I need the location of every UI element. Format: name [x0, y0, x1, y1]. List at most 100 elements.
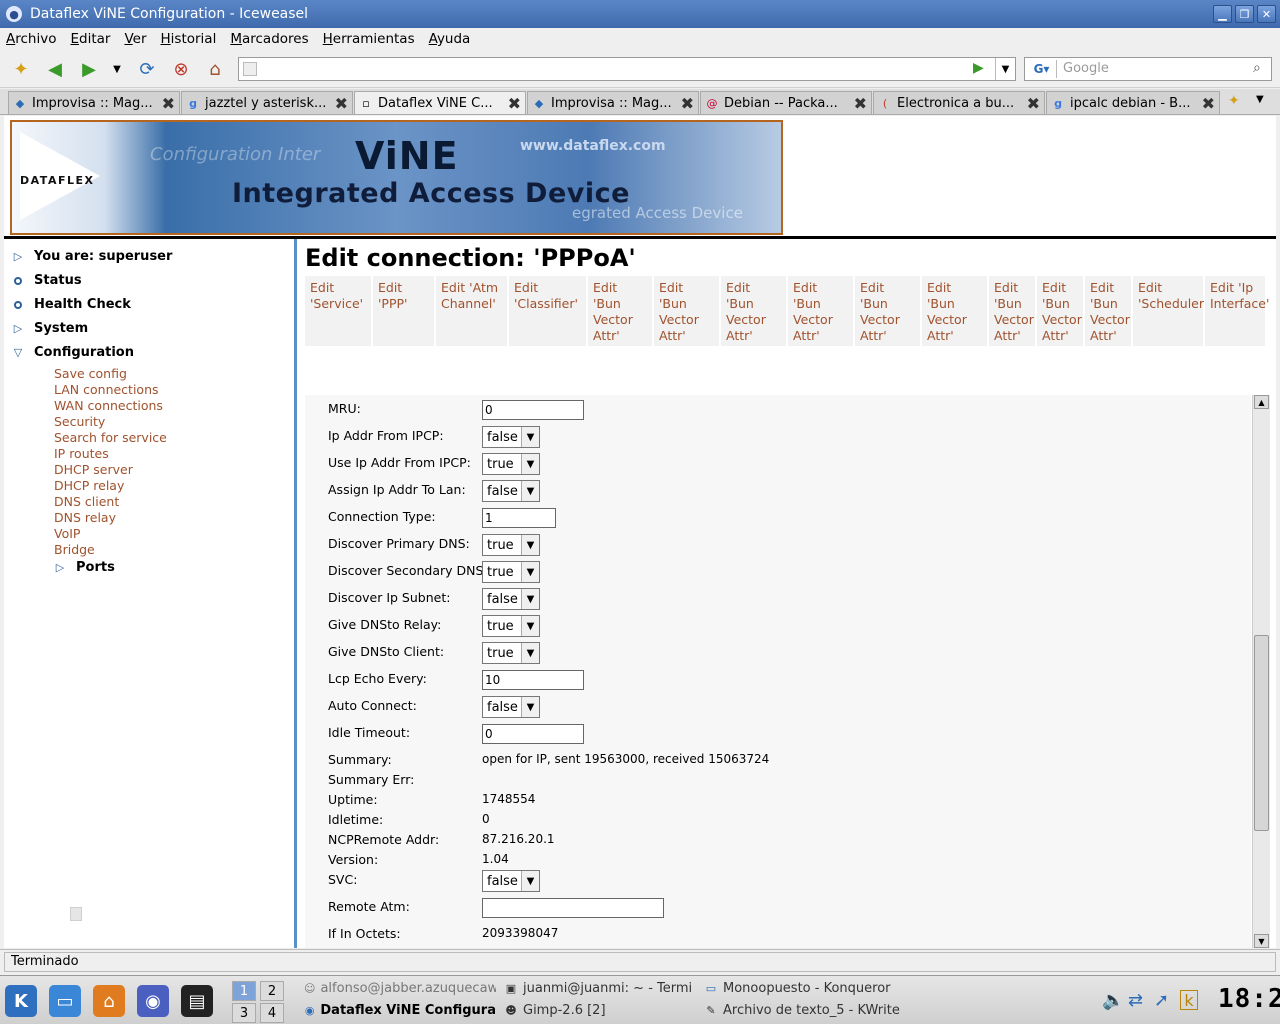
new-tab-icon[interactable]: ✦: [1228, 93, 1240, 109]
task-iceweasel[interactable]: ◉ Dataflex ViNE Configura: [304, 1003, 496, 1018]
window-titlebar[interactable]: ● Dataflex ViNE Configuration - Icewease…: [0, 0, 1280, 28]
link-dhcp-relay[interactable]: DHCP relay: [54, 478, 124, 493]
idle-timeout-input[interactable]: [482, 724, 584, 744]
tab-close-icon[interactable]: ✖: [1202, 94, 1215, 113]
edit-service-link[interactable]: Edit 'Service': [305, 276, 371, 346]
connection-type-input[interactable]: [482, 508, 556, 528]
tab-ipcalc[interactable]: g ipcalc debian - B... ✖: [1046, 91, 1220, 114]
tab-close-icon[interactable]: ✖: [681, 94, 694, 113]
back-button[interactable]: ◀: [44, 58, 66, 80]
menu-historial[interactable]: Historial: [161, 31, 217, 47]
link-dns-relay[interactable]: DNS relay: [54, 510, 116, 525]
scroll-down-icon[interactable]: ▼: [1254, 934, 1269, 948]
home-folder-icon[interactable]: ⌂: [93, 985, 125, 1017]
discover-primary-dns-select[interactable]: true ▼: [482, 534, 540, 556]
tab-improvisa-1[interactable]: ◆ Improvisa :: Mag... ✖: [8, 91, 180, 114]
desktop-3[interactable]: 3: [232, 1003, 256, 1023]
menu-archivo[interactable]: Archivo: [6, 31, 56, 47]
link-dhcp-server[interactable]: DHCP server: [54, 462, 133, 477]
tab-list-icon[interactable]: ▼: [1256, 94, 1264, 105]
desktop-1[interactable]: 1: [232, 981, 256, 1001]
link-lan-connections[interactable]: LAN connections: [54, 382, 159, 397]
tab-close-icon[interactable]: ✖: [1027, 94, 1040, 113]
task-jabber[interactable]: ☺ alfonso@jabber.azuquecaw: [304, 981, 496, 996]
search-icon[interactable]: ⌕: [1253, 60, 1261, 76]
edit-bun-vector-attr-link-9[interactable]: Edit 'Bun Vector Attr': [1085, 276, 1131, 346]
tab-close-icon[interactable]: ✖: [508, 94, 521, 113]
sidebar-item-ports[interactable]: ▷ Ports: [54, 560, 115, 575]
sidebar-user[interactable]: ▷ You are: superuser: [12, 249, 173, 264]
tab-close-icon[interactable]: ✖: [854, 94, 867, 113]
task-gimp[interactable]: ☻ Gimp-2.6 [2]: [504, 1003, 696, 1018]
edit-classifier-link[interactable]: Edit 'Classifier': [509, 276, 586, 346]
edit-ppp-link[interactable]: Edit 'PPP': [373, 276, 434, 346]
edit-bun-vector-attr-link-8[interactable]: Edit 'Bun Vector Attr': [1037, 276, 1083, 346]
search-input[interactable]: G▾ Google ⌕: [1024, 57, 1272, 81]
menu-ver[interactable]: Ver: [124, 31, 146, 47]
update-icon[interactable]: ➚: [1154, 990, 1169, 1011]
klipper-icon[interactable]: k: [1180, 990, 1198, 1010]
network-icon[interactable]: ⇄: [1128, 990, 1143, 1011]
sidebar-item-health-check[interactable]: Health Check: [12, 297, 131, 312]
edit-bun-vector-attr-link-1[interactable]: Edit 'Bun Vector Attr': [588, 276, 652, 346]
forward-button[interactable]: ▶: [78, 58, 100, 80]
scrollbar-thumb[interactable]: [1254, 635, 1269, 831]
edit-bun-vector-attr-link-3[interactable]: Edit 'Bun Vector Attr': [721, 276, 786, 346]
edit-bun-vector-attr-link-7[interactable]: Edit 'Bun Vector Attr': [989, 276, 1035, 346]
stop-button[interactable]: ⊗: [170, 58, 192, 80]
go-icon[interactable]: ▶: [973, 60, 984, 76]
link-bridge[interactable]: Bridge: [54, 542, 95, 557]
link-save-config[interactable]: Save config: [54, 366, 127, 381]
menu-ayuda[interactable]: Ayuda: [429, 31, 471, 47]
ip-addr-from-ipcp-select[interactable]: false ▼: [482, 426, 540, 448]
tab-close-icon[interactable]: ✖: [335, 94, 348, 113]
discover-secondary-dns-select[interactable]: true ▼: [482, 561, 540, 583]
link-security[interactable]: Security: [54, 414, 105, 429]
form-scrollbar[interactable]: ▲ ▼: [1252, 395, 1270, 948]
give-dns-to-relay-select[interactable]: true ▼: [482, 615, 540, 637]
edit-ip-interface-link[interactable]: Edit 'Ip Interface': [1205, 276, 1269, 346]
link-wan-connections[interactable]: WAN connections: [54, 398, 163, 413]
edit-bun-vector-attr-link-4[interactable]: Edit 'Bun Vector Attr': [788, 276, 853, 346]
history-dropdown-icon[interactable]: ▼: [106, 58, 128, 80]
svc-select[interactable]: false ▼: [482, 870, 540, 892]
edit-scheduler-link[interactable]: Edit 'Scheduler': [1133, 276, 1207, 346]
tab-dataflex[interactable]: ▫ Dataflex ViNE C... ✖: [354, 91, 526, 114]
link-dns-client[interactable]: DNS client: [54, 494, 119, 509]
show-desktop-icon[interactable]: ▭: [49, 985, 81, 1017]
sidebar-item-status[interactable]: Status: [12, 273, 82, 288]
assign-ip-addr-to-lan-select[interactable]: false ▼: [482, 480, 540, 502]
link-ip-routes[interactable]: IP routes: [54, 446, 109, 461]
tab-improvisa-2[interactable]: ◆ Improvisa :: Mag... ✖: [527, 91, 699, 114]
discover-ip-subnet-select[interactable]: false ▼: [482, 588, 540, 610]
remote-atm-input[interactable]: [482, 898, 664, 918]
konqueror-icon[interactable]: ◉: [137, 985, 169, 1017]
search-engine-icon[interactable]: G▾: [1027, 60, 1057, 78]
clock[interactable]: 18:27: [1218, 984, 1280, 1014]
task-terminal[interactable]: ▣ juanmi@juanmi: ~ - Termi: [504, 981, 696, 996]
task-konqueror[interactable]: ▭ Monoopuesto - Konqueror: [704, 981, 904, 996]
tab-debian[interactable]: @ Debian -- Packa... ✖: [700, 91, 872, 114]
new-tab-icon[interactable]: ✦: [10, 58, 32, 80]
minimize-button[interactable]: ▁: [1213, 5, 1232, 23]
volume-icon[interactable]: 🔈: [1102, 990, 1124, 1011]
desktop-4[interactable]: 4: [260, 1003, 284, 1023]
maximize-button[interactable]: ❐: [1235, 5, 1254, 23]
mru-input[interactable]: [482, 400, 584, 420]
reload-button[interactable]: ⟳: [136, 58, 158, 80]
kde-menu-icon[interactable]: K: [5, 985, 37, 1017]
url-dropdown-icon[interactable]: ▼: [995, 58, 1015, 80]
menu-marcadores[interactable]: Marcadores: [230, 31, 308, 47]
link-search-for-service[interactable]: Search for service: [54, 430, 167, 445]
lcp-echo-every-input[interactable]: [482, 670, 584, 690]
sidebar-item-system[interactable]: ▷ System: [12, 321, 88, 336]
menu-herramientas[interactable]: Herramientas: [323, 31, 415, 47]
home-button[interactable]: ⌂: [204, 58, 226, 80]
tab-close-icon[interactable]: ✖: [162, 94, 175, 113]
sidebar-item-configuration[interactable]: ▽ Configuration: [12, 345, 134, 360]
edit-bun-vector-attr-link-5[interactable]: Edit 'Bun Vector Attr': [855, 276, 920, 346]
close-window-button[interactable]: ✕: [1257, 5, 1276, 23]
give-dns-to-client-select[interactable]: true ▼: [482, 642, 540, 664]
tab-jazztel[interactable]: g jazztel y asterisk... ✖: [181, 91, 353, 114]
edit-bun-vector-attr-link-2[interactable]: Edit 'Bun Vector Attr': [654, 276, 719, 346]
